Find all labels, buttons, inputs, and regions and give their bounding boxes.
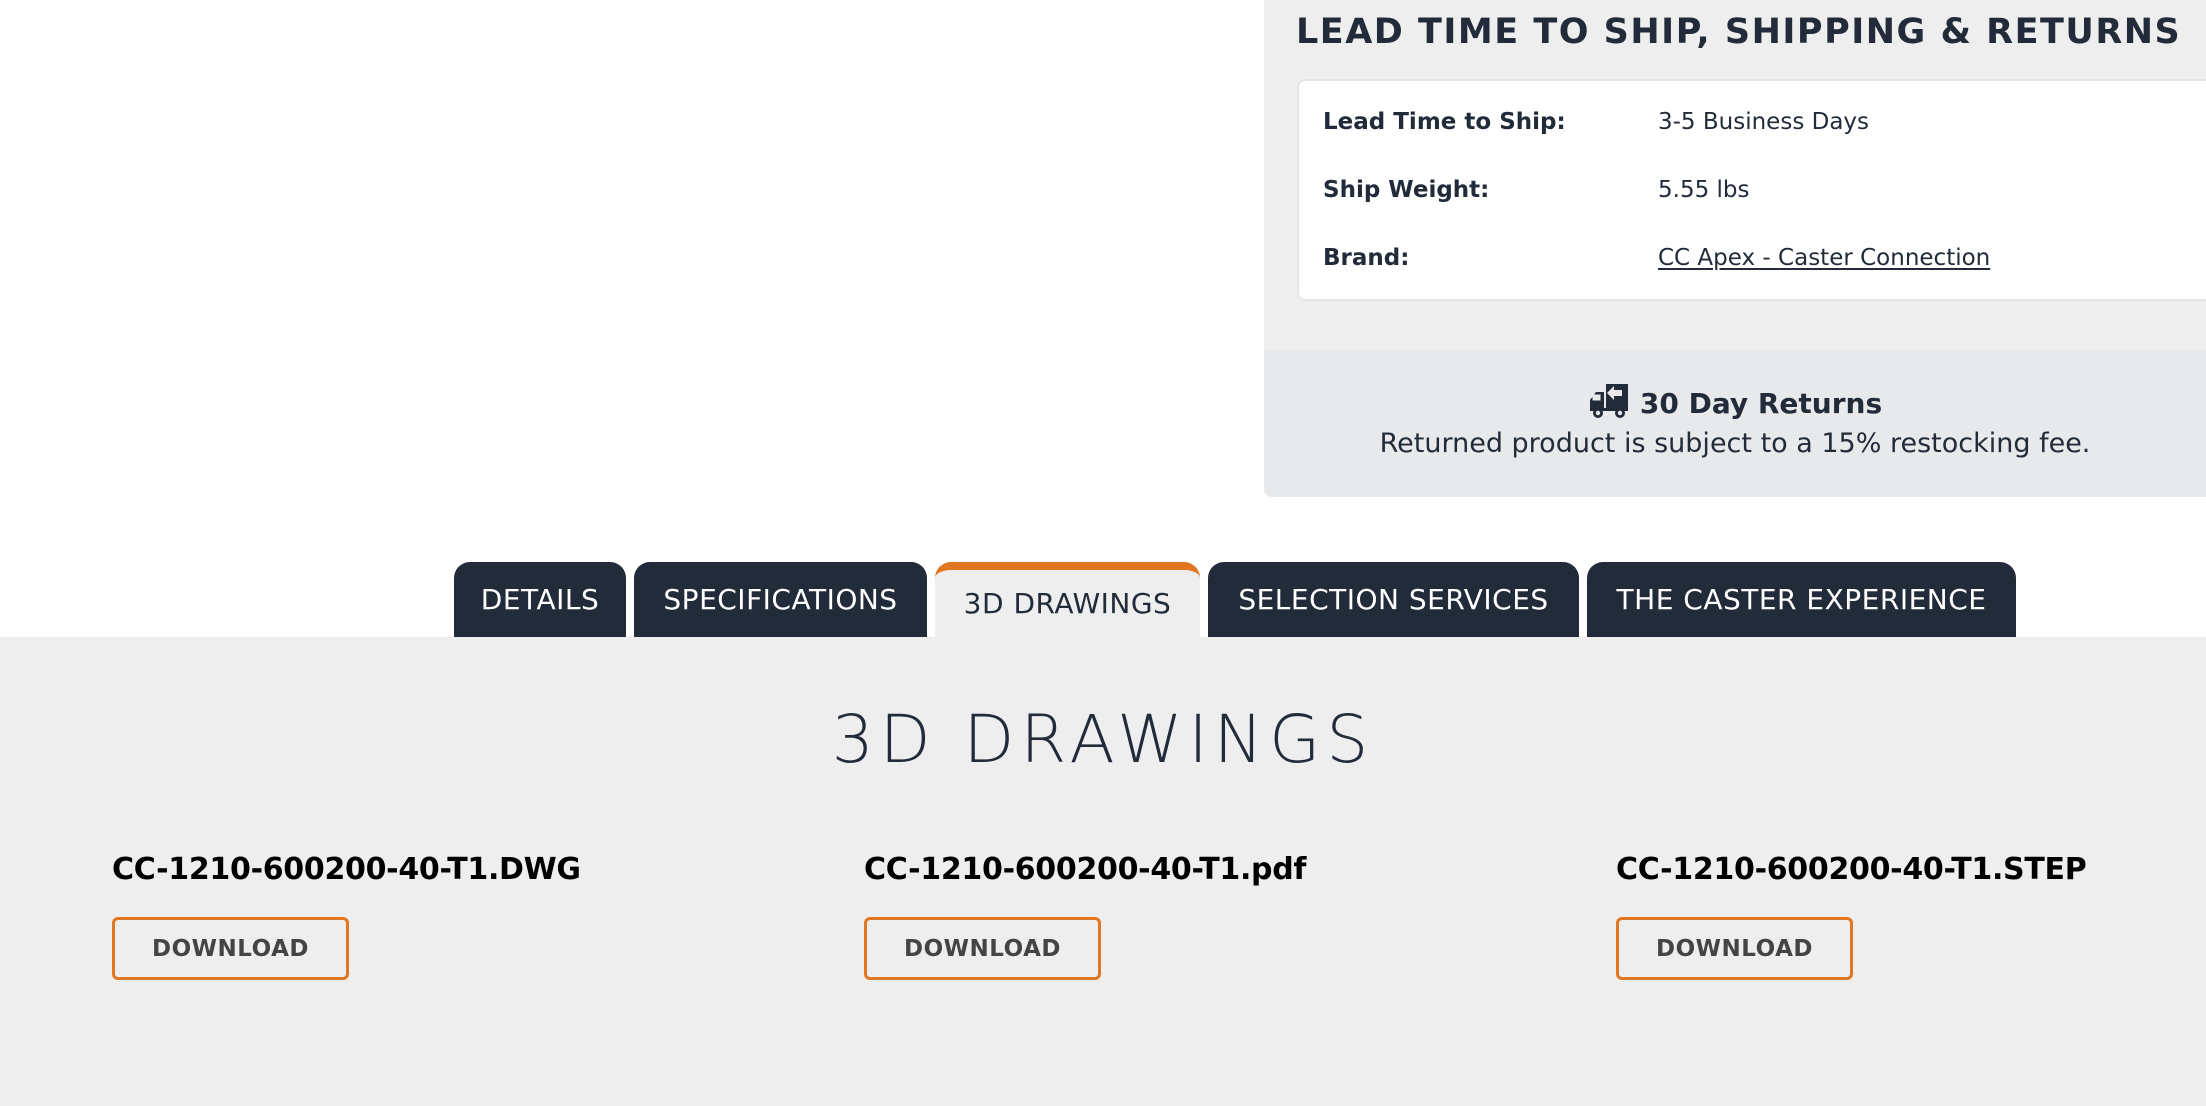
shipping-returns-panel: LEAD TIME TO SHIP, SHIPPING & RETURNS Le… bbox=[1264, 0, 2206, 497]
tab-selection-services[interactable]: SELECTION SERVICES bbox=[1208, 562, 1579, 637]
lead-time-value: 3-5 Business Days bbox=[1658, 109, 1870, 135]
returns-title: 30 Day Returns bbox=[1639, 387, 1883, 420]
drawing-file-item: CC-1210-600200-40-T1.DWG DOWNLOAD bbox=[112, 852, 581, 980]
drawing-file-name: CC-1210-600200-40-T1.DWG bbox=[112, 852, 581, 887]
brand-link[interactable]: CC Apex - Caster Connection bbox=[1658, 245, 1990, 271]
lead-time-label: Lead Time to Ship: bbox=[1323, 109, 1566, 135]
drawings-heading: 3D DRAWINGS bbox=[831, 701, 1375, 778]
tab-caster-experience[interactable]: THE CASTER EXPERIENCE bbox=[1587, 562, 2016, 637]
lead-time-row: Lead Time to Ship: 3-5 Business Days bbox=[1323, 102, 1869, 142]
product-tabs: DETAILS SPECIFICATIONS 3D DRAWINGS SELEC… bbox=[454, 562, 2016, 637]
drawings-tab-panel: 3D DRAWINGS CC-1210-600200-40-T1.DWG DOW… bbox=[0, 637, 2206, 1106]
drawing-file-item: CC-1210-600200-40-T1.pdf DOWNLOAD bbox=[864, 852, 1306, 980]
product-page: LEAD TIME TO SHIP, SHIPPING & RETURNS Le… bbox=[0, 0, 2206, 1106]
tab-specifications[interactable]: SPECIFICATIONS bbox=[634, 562, 927, 637]
ship-weight-value: 5.55 lbs bbox=[1658, 177, 1750, 203]
download-pdf-button[interactable]: DOWNLOAD bbox=[864, 917, 1101, 980]
drawing-file-name: CC-1210-600200-40-T1.pdf bbox=[864, 852, 1307, 887]
download-dwg-button[interactable]: DOWNLOAD bbox=[112, 917, 349, 980]
brand-row: Brand: CC Apex - Caster Connection bbox=[1323, 238, 1990, 278]
restocking-fee-note: Returned product is subject to a 15% res… bbox=[1379, 428, 2091, 459]
return-truck-icon bbox=[1588, 380, 1630, 427]
download-step-button[interactable]: DOWNLOAD bbox=[1616, 917, 1853, 980]
shipping-info-card: Lead Time to Ship: 3-5 Business Days Shi… bbox=[1297, 79, 2206, 301]
brand-label: Brand: bbox=[1323, 245, 1410, 271]
ship-weight-row: Ship Weight: 5.55 lbs bbox=[1323, 170, 1750, 210]
returns-heading: 30 Day Returns bbox=[1264, 380, 2206, 427]
tab-details[interactable]: DETAILS bbox=[454, 562, 626, 637]
drawing-file-item: CC-1210-600200-40-T1.STEP DOWNLOAD bbox=[1616, 852, 2087, 980]
returns-policy-block: 30 Day Returns Returned product is subje… bbox=[1264, 350, 2206, 497]
shipping-panel-title: LEAD TIME TO SHIP, SHIPPING & RETURNS bbox=[1296, 12, 2182, 52]
ship-weight-label: Ship Weight: bbox=[1323, 177, 1490, 203]
drawing-file-name: CC-1210-600200-40-T1.STEP bbox=[1616, 852, 2087, 887]
tab-3d-drawings[interactable]: 3D DRAWINGS bbox=[935, 562, 1200, 637]
